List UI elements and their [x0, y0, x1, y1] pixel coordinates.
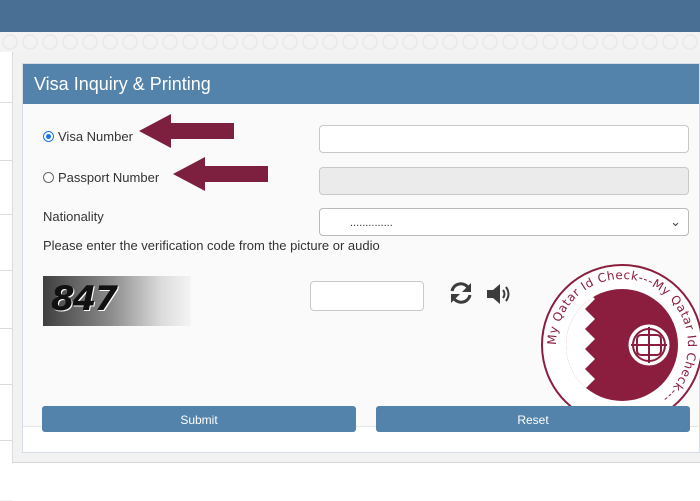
visa-number-radio[interactable]: [43, 131, 54, 142]
top-bar: [0, 0, 700, 32]
visa-number-input[interactable]: [319, 125, 689, 153]
captcha-image: 847: [43, 276, 191, 326]
arrow-left-icon: [139, 114, 234, 148]
speaker-icon[interactable]: [485, 281, 513, 312]
left-pane: [0, 52, 13, 500]
captcha-input[interactable]: [310, 281, 424, 311]
decorative-pattern-strip: [0, 32, 700, 52]
passport-number-option[interactable]: Passport Number: [43, 170, 159, 185]
nationality-select[interactable]: .............. ⌄: [319, 208, 689, 236]
watermark-stamp: My Qatar Id Check---My Qatar Id Check---: [537, 260, 700, 430]
passport-number-input[interactable]: [319, 167, 689, 195]
nationality-selected-value: ..............: [350, 217, 393, 229]
panel-body: Visa Number Passport Number Nationality …: [23, 104, 700, 430]
nationality-label: Nationality: [43, 209, 104, 224]
refresh-icon[interactable]: [447, 279, 475, 312]
bottom-strip: [12, 462, 700, 501]
visa-number-option[interactable]: Visa Number: [43, 129, 133, 144]
reset-button[interactable]: Reset: [376, 406, 690, 432]
verification-prompt: Please enter the verification code from …: [43, 238, 380, 253]
chip-icon: [625, 321, 673, 369]
arrow-left-icon: [173, 157, 268, 191]
chevron-down-icon: ⌄: [670, 214, 681, 229]
passport-number-label: Passport Number: [58, 170, 160, 185]
passport-number-radio[interactable]: [43, 172, 54, 183]
visa-number-label: Visa Number: [58, 129, 133, 144]
submit-button[interactable]: Submit: [42, 406, 356, 432]
visa-inquiry-panel: Visa Inquiry & Printing Visa Number Pass…: [22, 63, 700, 453]
panel-title: Visa Inquiry & Printing: [23, 64, 699, 104]
